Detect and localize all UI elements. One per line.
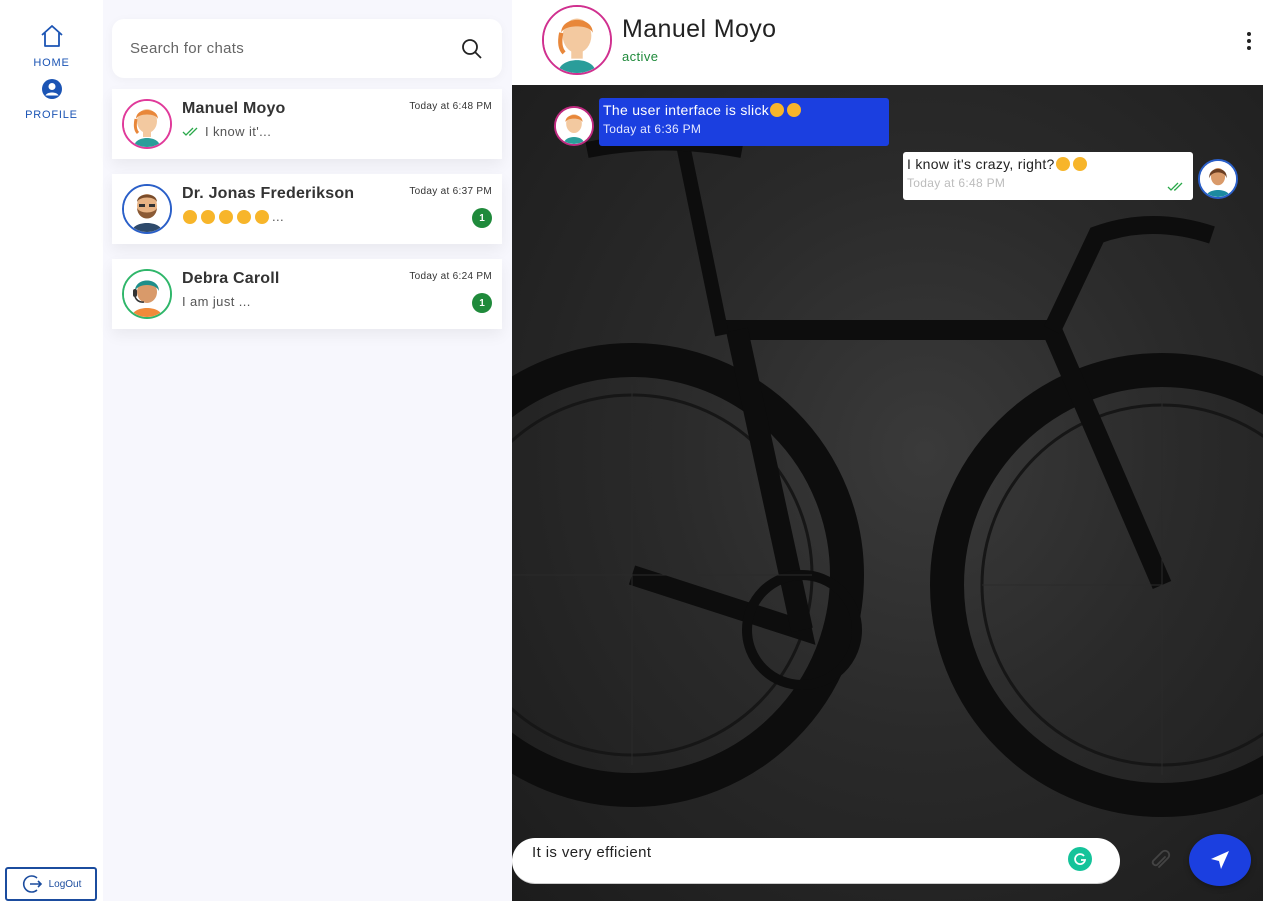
unread-badge: 1 [472, 293, 492, 313]
message-composer [512, 838, 1120, 884]
contact-name: Manuel Moyo [622, 15, 777, 43]
logout-button[interactable]: LogOut [5, 867, 97, 901]
grammarly-icon[interactable] [1068, 847, 1092, 871]
star-struck-emoji-icon [237, 209, 251, 224]
smirk-emoji-icon [1072, 157, 1087, 171]
message-time: Today at 6:36 PM [603, 122, 702, 136]
conversation-panel: Manuel Moyo active The user interface is… [512, 0, 1263, 901]
sunglasses-emoji-icon [1055, 157, 1070, 171]
double-check-icon [182, 127, 198, 136]
contact-status: active [622, 49, 659, 64]
chat-list-panel: Manuel Moyo I know it'... Today at 6:48 … [103, 0, 512, 901]
home-icon [40, 25, 63, 47]
conversation-header: Manuel Moyo active [512, 0, 1263, 85]
message-text: I know it's crazy, right? [907, 156, 1189, 172]
avatar [122, 269, 172, 319]
user-avatar [1198, 159, 1238, 199]
chat-name: Manuel Moyo [182, 100, 286, 117]
search-icon[interactable] [460, 37, 484, 61]
more-vertical-icon[interactable] [1243, 30, 1255, 52]
message-text: The user interface is slick [603, 102, 885, 118]
chat-time: Today at 6:37 PM [409, 186, 492, 197]
star-struck-emoji-icon [183, 209, 197, 224]
sender-avatar [554, 106, 594, 146]
double-check-icon [1167, 182, 1183, 191]
search-bar [112, 19, 502, 78]
chat-name: Debra Caroll [182, 270, 280, 287]
chat-list-item[interactable]: Debra Caroll I am just ... Today at 6:24… [112, 259, 502, 329]
chat-preview: ... [182, 209, 284, 224]
chat-name: Dr. Jonas Frederikson [182, 185, 355, 202]
chat-preview-text: I am just ... [182, 294, 251, 309]
paperclip-icon[interactable] [1148, 848, 1172, 874]
avatar [122, 184, 172, 234]
chat-preview-text: I know it'... [205, 124, 272, 139]
chat-preview: I know it'... [182, 124, 271, 139]
nav-profile[interactable]: PROFILE [0, 78, 103, 121]
message-body: I know it's crazy, right? [907, 156, 1055, 172]
unread-badge: 1 [472, 208, 492, 228]
send-icon [1211, 851, 1229, 869]
star-struck-emoji-icon [787, 103, 802, 117]
chat-list-item[interactable]: Manuel Moyo I know it'... Today at 6:48 … [112, 89, 502, 159]
chat-time: Today at 6:48 PM [409, 101, 492, 112]
chat-background-image [512, 85, 1263, 901]
chat-time: Today at 6:24 PM [409, 271, 492, 282]
avatar [122, 99, 172, 149]
outgoing-message: I know it's crazy, right? Today at 6:48 … [903, 152, 1193, 200]
nav-profile-label: PROFILE [25, 109, 78, 121]
message-input[interactable] [532, 844, 1062, 876]
chat-list-item[interactable]: Dr. Jonas Frederikson ... Today at 6:37 … [112, 174, 502, 244]
nav-home-label: HOME [33, 57, 70, 69]
chat-preview-text: ... [272, 209, 285, 224]
user-circle-icon [41, 79, 62, 99]
star-struck-emoji-icon [201, 209, 215, 224]
message-body: The user interface is slick [603, 102, 770, 118]
incoming-message: The user interface is slick Today at 6:3… [599, 98, 889, 146]
left-navigation: HOME PROFILE LogOut [0, 0, 103, 901]
chat-preview: I am just ... [182, 294, 251, 309]
send-button[interactable] [1189, 834, 1251, 886]
logout-icon [22, 875, 42, 893]
star-struck-emoji-icon [255, 209, 269, 224]
star-struck-emoji-icon [219, 209, 233, 224]
star-struck-emoji-icon [770, 103, 785, 117]
message-time: Today at 6:48 PM [907, 176, 1006, 190]
logout-label: LogOut [48, 878, 82, 890]
search-input[interactable] [130, 40, 460, 57]
bicycle-illustration [512, 134, 1263, 817]
contact-avatar[interactable] [542, 5, 612, 75]
nav-home[interactable]: HOME [0, 24, 103, 69]
